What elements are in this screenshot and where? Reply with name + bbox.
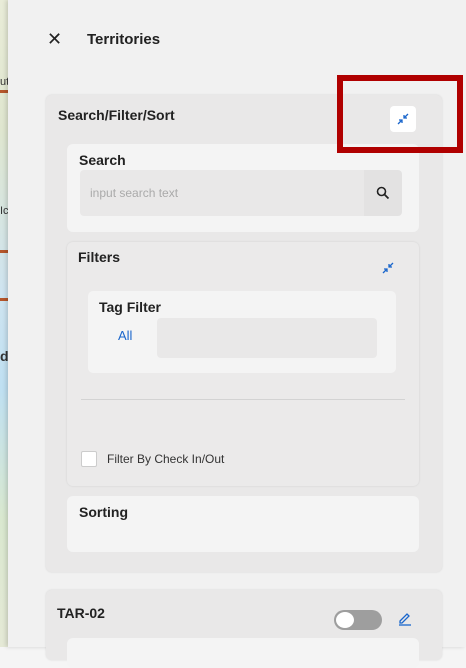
filters-collapse-button[interactable] <box>377 257 399 279</box>
search-filter-sort-card: Search/Filter/Sort Search Filters <box>46 95 442 572</box>
collapse-arrows-icon <box>382 262 394 274</box>
search-input[interactable] <box>80 170 364 216</box>
panel-header: ✕ Territories <box>8 0 466 78</box>
filter-check-in-out-checkbox[interactable] <box>81 451 97 467</box>
pencil-icon <box>399 613 411 626</box>
collapse-arrows-icon <box>397 113 409 125</box>
filters-label: Filters <box>78 249 121 265</box>
sorting-label: Sorting <box>79 504 128 520</box>
territory-card-body <box>67 638 419 668</box>
territory-name: TAR-02 <box>57 605 105 621</box>
filter-check-in-out-label: Filter By Check In/Out <box>107 452 225 466</box>
edit-button[interactable] <box>394 607 416 629</box>
territory-toggle[interactable] <box>334 610 382 630</box>
search-icon <box>376 186 390 200</box>
tag-filter-section: Tag Filter All <box>88 291 396 373</box>
tag-all-option[interactable]: All <box>118 328 132 343</box>
sorting-section[interactable]: Sorting <box>67 496 419 552</box>
panel-title: Territories <box>87 31 161 48</box>
toggle-knob <box>336 612 354 628</box>
tag-filter-label: Tag Filter <box>99 299 161 315</box>
search-section: Search <box>67 144 419 232</box>
search-label: Search <box>79 152 126 168</box>
collapse-button[interactable] <box>390 106 416 132</box>
tag-select-field[interactable] <box>157 318 377 358</box>
close-button[interactable]: ✕ <box>47 30 62 48</box>
filters-section: Filters Tag Filter All Filter By Check I… <box>67 242 419 486</box>
search-button[interactable] <box>364 170 402 216</box>
territories-panel: ✕ Territories Search/Filter/Sort Search … <box>8 0 466 668</box>
divider <box>81 399 405 400</box>
card-title: Search/Filter/Sort <box>58 107 175 123</box>
territory-card[interactable]: TAR-02 <box>46 590 442 668</box>
